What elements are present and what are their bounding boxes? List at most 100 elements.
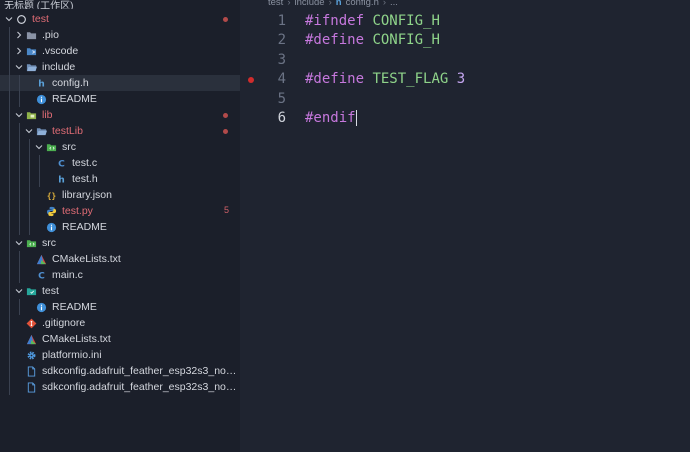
breadcrumb-item-file[interactable]: config.h <box>346 0 379 8</box>
tree-item-label: .pio <box>42 29 59 41</box>
tree-item-test-c[interactable]: Ctest.c <box>0 155 240 171</box>
indent-guide <box>9 299 10 315</box>
breakpoint-icon[interactable] <box>248 76 254 83</box>
tree-item-test-py[interactable]: test.py 5 <box>0 203 240 219</box>
breadcrumb: test › include › h config.h › ... <box>268 0 398 9</box>
tree-item-label: lib <box>42 109 53 121</box>
tree-item-cmakelists-txt[interactable]: CMakeLists.txt <box>0 331 240 347</box>
chevron-down-icon[interactable] <box>34 139 44 155</box>
tree-item-src[interactable]: src <box>0 139 240 155</box>
tree-item-label: main.c <box>52 269 83 281</box>
c-file-icon: C <box>34 267 48 283</box>
chevron-down-icon[interactable] <box>4 11 14 27</box>
folder-open-icon <box>24 59 38 75</box>
breadcrumb-item-root[interactable]: test <box>268 0 283 8</box>
gear-icon <box>24 347 38 363</box>
indent-guide <box>9 187 10 203</box>
code-text[interactable]: #define CONFIG_H <box>305 32 440 48</box>
tree-item-testlib[interactable]: testLib <box>0 123 240 139</box>
indent-guide <box>29 139 30 155</box>
workspace-header[interactable]: 无标题 (工作区) <box>0 0 240 9</box>
modified-dot <box>223 129 228 134</box>
indent-guide <box>19 171 20 187</box>
chevron-down-icon[interactable] <box>24 123 34 139</box>
code-line[interactable]: 6 #endif <box>240 109 690 129</box>
cmake-icon <box>34 251 48 267</box>
indent-guide <box>9 331 10 347</box>
editor-pane[interactable]: test › include › h config.h › ... 1 #ifnd… <box>240 0 690 452</box>
folder-test-icon <box>24 283 38 299</box>
tree-item-pio[interactable]: .pio <box>0 27 240 43</box>
indent-guide <box>19 123 20 139</box>
tree-item-test[interactable]: test <box>0 283 240 299</box>
tree-item-label: .gitignore <box>42 317 86 329</box>
tree-item-main-c[interactable]: Cmain.c <box>0 267 240 283</box>
indent-guide <box>19 299 20 315</box>
code-line[interactable]: 3 <box>240 50 690 70</box>
chevron-down-icon[interactable] <box>14 283 24 299</box>
indent-guide <box>9 379 10 395</box>
chevron-down-icon[interactable] <box>14 235 24 251</box>
tree-item-label: src <box>42 237 56 249</box>
folder-icon <box>24 27 38 43</box>
problem-count-badge: 5 <box>223 205 229 215</box>
file-icon <box>24 363 38 379</box>
tree-item-readme[interactable]: README <box>0 91 240 107</box>
tree-item-test[interactable]: test <box>0 11 240 27</box>
tree-item-readme[interactable]: README <box>0 299 240 315</box>
tree-item-sdkconfig-adafruit-feather-esp32s3-nopsram[interactable]: sdkconfig.adafruit_feather_esp32s3_nopsr… <box>0 363 240 379</box>
indent-guide <box>19 267 20 283</box>
root-circle-icon <box>14 11 28 27</box>
line-number: 6 <box>277 110 286 127</box>
tree-item-library-json[interactable]: {} library.json <box>0 187 240 203</box>
tree-item-config-h[interactable]: h config.h <box>0 75 240 91</box>
indent-guide <box>9 139 10 155</box>
chevron-right-icon[interactable] <box>14 43 24 59</box>
chevron-down-icon[interactable] <box>14 107 24 123</box>
tree-item-src[interactable]: src <box>0 235 240 251</box>
code-line[interactable]: 4 #define TEST_FLAG 3 <box>240 70 690 90</box>
chevron-right-icon: › <box>382 0 387 8</box>
code-text[interactable]: #define TEST_FLAG 3 <box>305 71 465 87</box>
folder-open-icon <box>34 123 48 139</box>
indent-guide <box>9 75 10 91</box>
tree-item-sdkconfig-adafruit-feather-esp32s3-nopsram[interactable]: sdkconfig.adafruit_feather_esp32s3_nopsr… <box>0 379 240 395</box>
python-file-icon <box>44 203 58 219</box>
indent-guide <box>9 43 10 59</box>
svg-text:C: C <box>58 158 65 168</box>
indent-guide <box>19 91 20 107</box>
code-area[interactable]: 1 #ifndef CONFIG_H 2 #define CONFIG_H 3 4 #def… <box>240 11 690 128</box>
folder-src-icon <box>24 235 38 251</box>
chevron-right-icon[interactable] <box>14 27 24 43</box>
explorer-sidebar: 无标题 (工作区) test .pio .vscode include h config.… <box>0 0 240 452</box>
line-number: 5 <box>277 90 286 107</box>
tree-item-label: test <box>32 13 49 25</box>
svg-text:h: h <box>38 78 45 88</box>
tree-item-cmakelists-txt[interactable]: CMakeLists.txt <box>0 251 240 267</box>
workspace-title: 无标题 (工作区) <box>4 1 74 9</box>
code-text[interactable]: #endif <box>305 110 357 127</box>
tree-item-include[interactable]: include <box>0 59 240 75</box>
line-number: 2 <box>277 32 286 49</box>
tree-item-lib[interactable]: lib <box>0 107 240 123</box>
code-token: TEST_FLAG <box>372 71 449 88</box>
modified-dot <box>223 113 228 118</box>
tree-item-test-h[interactable]: h test.h <box>0 171 240 187</box>
code-line[interactable]: 2 #define CONFIG_H <box>240 31 690 51</box>
code-line[interactable]: 1 #ifndef CONFIG_H <box>240 11 690 31</box>
tree-item-readme[interactable]: README <box>0 219 240 235</box>
h-file-icon: h <box>54 171 68 187</box>
tree-item-label: README <box>62 221 107 233</box>
chevron-down-icon[interactable] <box>14 59 24 75</box>
indent-guide <box>19 203 20 219</box>
code-text[interactable]: #ifndef CONFIG_H <box>305 13 440 29</box>
breadcrumb-item-folder[interactable]: include <box>294 0 324 8</box>
tree-item-gitignore[interactable]: .gitignore <box>0 315 240 331</box>
tree-item-vscode[interactable]: .vscode <box>0 43 240 59</box>
tree-item-platformio-ini[interactable]: platformio.ini <box>0 347 240 363</box>
tree-item-label: sdkconfig.adafruit_feather_esp32s3_nopsr… <box>42 365 240 377</box>
code-line[interactable]: 5 <box>240 89 690 109</box>
h-file-icon: h <box>335 0 342 8</box>
indent-guide <box>9 155 10 171</box>
breadcrumb-item-symbol[interactable]: ... <box>390 0 398 8</box>
